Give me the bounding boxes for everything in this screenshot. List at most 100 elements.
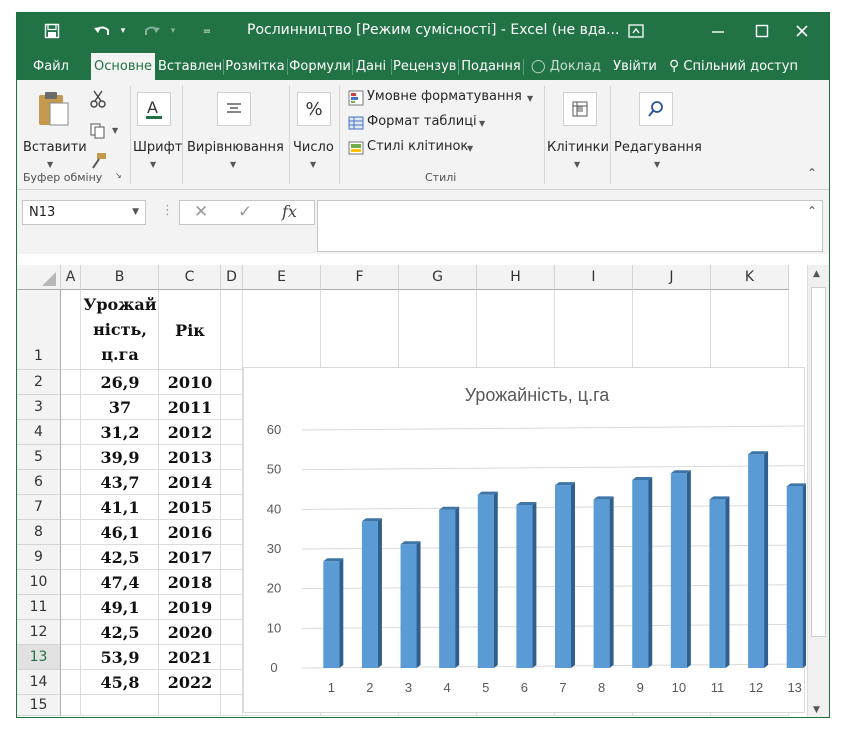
enter-icon[interactable]: ✓ [238, 202, 252, 222]
tab-page-layout[interactable]: Розмітка [224, 53, 286, 80]
cell-yield[interactable]: 37 [81, 395, 159, 420]
cell-year[interactable]: 2018 [159, 570, 221, 595]
cell-yield[interactable]: 46,1 [81, 520, 159, 545]
cell-year[interactable]: 2013 [159, 445, 221, 470]
bar[interactable] [748, 451, 769, 668]
sign-in-link[interactable]: Увійти [609, 53, 661, 80]
tell-me-box[interactable]: ◯ Доклад [531, 53, 603, 80]
formula-input[interactable] [317, 200, 823, 252]
undo-icon[interactable] [87, 13, 117, 49]
cell-yield[interactable]: 53,9 [81, 645, 159, 670]
format-painter-icon[interactable] [87, 150, 109, 172]
row-header[interactable]: 12 [17, 620, 61, 645]
cell-year[interactable]: 2011 [159, 395, 221, 420]
tab-insert[interactable]: Вставлення [158, 53, 222, 80]
column-header[interactable]: J [633, 265, 711, 290]
select-all-corner[interactable] [17, 265, 61, 290]
alignment-button[interactable]: Вирівнювання [187, 140, 284, 155]
cell-styles-button[interactable]: Стилі клітинок [367, 139, 468, 154]
chart-object[interactable]: Урожайність, ц.га 0 10 20 30 40 50 60 1 2 3 4 5 6 7 8 9 1… [243, 367, 807, 713]
cell-year[interactable]: 2017 [159, 545, 221, 570]
cell-yield[interactable]: 42,5 [81, 620, 159, 645]
bar[interactable] [709, 496, 730, 668]
font-button[interactable]: Шрифт [133, 140, 182, 155]
tab-file[interactable]: Файл [23, 53, 79, 80]
cell-year[interactable]: 2021 [159, 645, 221, 670]
font-icon[interactable]: A [137, 92, 171, 126]
cut-icon[interactable] [87, 88, 109, 110]
close-icon[interactable] [787, 13, 817, 49]
cell-yield[interactable]: 42,5 [81, 545, 159, 570]
worksheet-grid[interactable]: ABCDEFGHIJK 1 2 3 4 5 6 7 8 9 10 11 12 13 14 15 Урожай… [17, 265, 829, 717]
bar[interactable] [516, 501, 537, 668]
bar[interactable] [555, 482, 575, 668]
copy-icon[interactable] [87, 120, 109, 142]
cells-icon[interactable] [563, 92, 597, 126]
cell-yield[interactable]: 39,9 [81, 445, 159, 470]
cells-button[interactable]: Клітинки [547, 140, 609, 155]
cancel-icon[interactable]: ✕ [194, 202, 208, 222]
cell-year[interactable]: 2019 [159, 595, 221, 620]
cell-year[interactable]: 2014 [159, 470, 221, 495]
bar[interactable] [323, 558, 344, 668]
save-icon[interactable] [37, 13, 67, 49]
row-header[interactable]: 11 [17, 595, 61, 620]
cell-styles-icon[interactable] [347, 139, 365, 157]
cell-c1[interactable]: Рік [159, 318, 221, 343]
row-header[interactable]: 8 [17, 520, 61, 545]
column-header[interactable]: I [555, 265, 633, 290]
cell-yield[interactable]: 31,2 [81, 420, 159, 445]
column-header[interactable]: C [159, 265, 221, 290]
tab-home[interactable]: Основне [91, 53, 155, 80]
column-header[interactable]: F [321, 265, 399, 290]
bar[interactable] [400, 541, 421, 668]
scroll-up-icon[interactable]: ▲ [813, 269, 820, 279]
cell-year[interactable]: 2016 [159, 520, 221, 545]
format-table-icon[interactable] [347, 114, 365, 132]
minimize-icon[interactable] [703, 13, 733, 49]
column-header[interactable]: H [477, 265, 555, 290]
row-header[interactable]: 6 [17, 470, 61, 495]
cell-yield[interactable]: 41,1 [81, 495, 159, 520]
name-box-dropdown-icon[interactable]: ▼ [132, 201, 139, 224]
row-header[interactable]: 1 [17, 290, 61, 370]
column-header[interactable]: K [711, 265, 789, 290]
row-header[interactable]: 13 [17, 645, 61, 670]
redo-icon[interactable] [137, 13, 167, 49]
expand-formula-icon[interactable]: ⌃ [807, 204, 817, 218]
name-box[interactable]: N13 ▼ [22, 200, 146, 225]
cell-yield[interactable]: 43,7 [81, 470, 159, 495]
paste-icon[interactable] [33, 90, 73, 128]
row-header[interactable]: 4 [17, 420, 61, 445]
row-header[interactable]: 5 [17, 445, 61, 470]
undo-dropdown-icon[interactable]: ▾ [117, 13, 129, 49]
insert-function-icon[interactable]: fx [282, 202, 297, 221]
row-header[interactable]: 15 [17, 695, 61, 716]
column-header[interactable]: D [221, 265, 243, 290]
conditional-format-button[interactable]: Умовне форматування [367, 89, 522, 104]
editing-button[interactable]: Редагування [614, 140, 702, 155]
bar[interactable] [477, 491, 498, 668]
row-header[interactable]: 14 [17, 670, 61, 695]
cell-yield[interactable]: 49,1 [81, 595, 159, 620]
tab-review[interactable]: Рецензування [393, 53, 457, 80]
alignment-icon[interactable] [217, 92, 251, 126]
cell-year[interactable]: 2015 [159, 495, 221, 520]
tab-data[interactable]: Дані [353, 53, 389, 80]
cell-yield[interactable]: 26,9 [81, 370, 159, 395]
column-header[interactable]: A [61, 265, 81, 290]
number-button[interactable]: Число [293, 140, 334, 155]
qat-customize-icon[interactable]: = [199, 13, 215, 49]
vertical-scrollbar[interactable]: ▲ ▼ [807, 265, 829, 717]
cell-year[interactable]: 2022 [159, 670, 221, 695]
share-button[interactable]: ⚲ Спільний доступ [669, 53, 825, 80]
scroll-thumb[interactable] [811, 287, 826, 637]
bar[interactable] [786, 483, 807, 668]
row-header[interactable]: 9 [17, 545, 61, 570]
bar[interactable] [593, 496, 614, 668]
dialog-launcher-icon[interactable]: ↘ [115, 171, 122, 180]
percent-icon[interactable]: % [297, 92, 331, 126]
format-table-button[interactable]: Формат таблиці [367, 114, 477, 129]
column-header[interactable]: B [81, 265, 159, 290]
cell-year[interactable]: 2010 [159, 370, 221, 395]
